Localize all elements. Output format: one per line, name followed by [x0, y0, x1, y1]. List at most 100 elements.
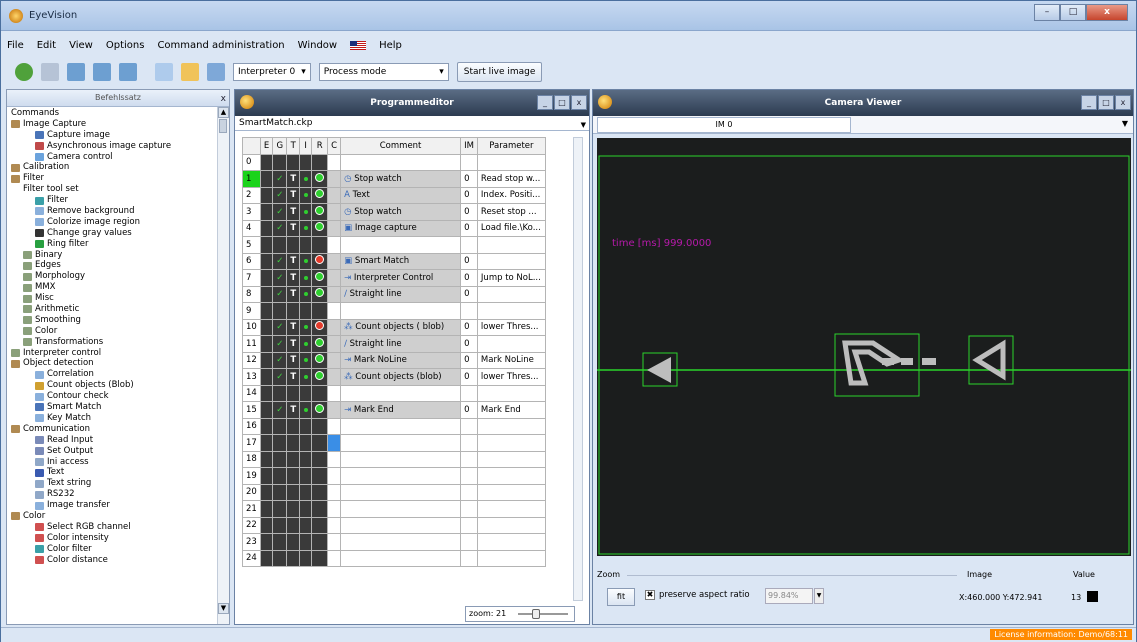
row-parameter[interactable] [476, 285, 546, 303]
row-parameter[interactable] [476, 252, 546, 270]
commands-scrollbar[interactable]: ▲ ▼ [217, 107, 229, 624]
row-im[interactable] [460, 467, 478, 485]
row-parameter[interactable]: lower Thres... [476, 318, 546, 336]
tree-item[interactable]: Ini access [9, 457, 217, 468]
tree-item[interactable]: Set Output [9, 446, 217, 457]
table-row[interactable]: 1 ✓ T ◷ Stop watch 0 Read stop w... [242, 170, 546, 188]
row-number[interactable]: 8 [242, 285, 261, 303]
row-number[interactable]: 24 [242, 549, 261, 567]
tree-item[interactable]: Morphology [9, 271, 217, 282]
close-button[interactable]: x [1086, 4, 1128, 21]
row-im[interactable] [460, 417, 478, 435]
minimize-icon[interactable]: _ [1081, 95, 1097, 110]
row-im[interactable] [460, 500, 478, 518]
table-row[interactable]: 23 [242, 533, 546, 551]
tree-item[interactable]: Key Match [9, 413, 217, 424]
row-parameter[interactable] [476, 533, 546, 551]
row-number[interactable]: 19 [242, 467, 261, 485]
table-row[interactable]: 3 ✓ T ◷ Stop watch 0 Reset stop ... [242, 203, 546, 221]
row-parameter[interactable]: lower Thres... [476, 368, 546, 386]
tree-item[interactable]: Color [9, 326, 217, 337]
column-header[interactable]: I [299, 137, 313, 155]
row-im[interactable]: 0 [460, 318, 478, 336]
tree-item[interactable]: Binary [9, 250, 217, 261]
run-icon[interactable] [67, 63, 85, 81]
row-im[interactable]: 0 [460, 170, 478, 188]
new-file-icon[interactable] [155, 63, 173, 81]
table-row[interactable]: 11 ✓ T ∕ Straight line 0 [242, 335, 546, 353]
close-icon[interactable]: x [571, 95, 587, 110]
row-number[interactable]: 15 [242, 401, 261, 419]
break-icon[interactable] [119, 63, 137, 81]
table-row[interactable]: 21 [242, 500, 546, 518]
column-header[interactable]: C [327, 137, 342, 155]
row-parameter[interactable]: Reset stop ... [476, 203, 546, 221]
menu-options[interactable]: Options [106, 40, 145, 51]
row-parameter[interactable] [476, 153, 546, 171]
table-row[interactable]: 10 ✓ T ⁂ Count objects ( blob) 0 lower Thres.… [242, 318, 546, 336]
row-number[interactable]: 3 [242, 203, 261, 221]
row-parameter[interactable] [476, 384, 546, 402]
tree-item[interactable]: Text string [9, 478, 217, 489]
restore-icon[interactable]: □ [1098, 95, 1114, 110]
tree-item[interactable]: Communication [9, 424, 217, 435]
row-number[interactable]: 17 [242, 434, 261, 452]
tree-item[interactable]: Read Input [9, 435, 217, 446]
row-number[interactable]: 20 [242, 483, 261, 501]
zoom-percent-input[interactable]: 99.84% [765, 588, 813, 604]
row-im[interactable]: 0 [460, 401, 478, 419]
tree-item[interactable]: Asynchronous image capture [9, 141, 217, 152]
row-parameter[interactable] [476, 434, 546, 452]
column-header[interactable]: Comment [340, 137, 462, 155]
row-im[interactable] [460, 483, 478, 501]
tree-item[interactable]: Image transfer [9, 500, 217, 511]
menu-edit[interactable]: Edit [37, 40, 56, 51]
tree-item[interactable]: Filter [9, 195, 217, 206]
camera-image[interactable]: time [ms] 999.0000 [597, 138, 1131, 556]
language-flag-icon[interactable] [350, 40, 367, 50]
tree-item[interactable]: MMX [9, 282, 217, 293]
step-into-icon[interactable] [93, 63, 111, 81]
table-row[interactable]: 2 ✓ T A Text 0 Index. Positi... [242, 186, 546, 204]
tree-item[interactable]: Color [9, 511, 217, 522]
menu-view[interactable]: View [69, 40, 93, 51]
row-number[interactable]: 1 [242, 170, 261, 188]
preserve-aspect-checkbox[interactable]: ✖ [645, 590, 655, 600]
table-row[interactable]: 9 [242, 302, 546, 320]
row-parameter[interactable]: Read stop w... [476, 170, 546, 188]
row-parameter[interactable] [476, 302, 546, 320]
column-header[interactable]: T [286, 137, 301, 155]
step-icon[interactable] [41, 63, 59, 81]
tree-item[interactable]: Color filter [9, 544, 217, 555]
row-number[interactable]: 21 [242, 500, 261, 518]
chevron-down-icon[interactable]: ▼ [814, 588, 824, 604]
row-number[interactable]: 11 [242, 335, 261, 353]
chevron-down-icon[interactable]: ▼ [1122, 119, 1128, 128]
table-row[interactable]: 6 ✓ T ▣ Smart Match 0 [242, 252, 546, 270]
tree-item[interactable]: Correlation [9, 369, 217, 380]
table-row[interactable]: 4 ✓ T ▣ Image capture 0 Load file.\Ko... [242, 219, 546, 237]
column-header[interactable]: Parameter [476, 137, 546, 155]
row-number[interactable]: 23 [242, 533, 261, 551]
table-row[interactable]: 8 ✓ T ∕ Straight line 0 [242, 285, 546, 303]
table-row[interactable]: 15 ✓ T ⇥ Mark End 0 Mark End [242, 401, 546, 419]
column-header[interactable]: IM [460, 137, 478, 155]
table-row[interactable]: 13 ✓ T ⁂ Count objects (blob) 0 lower Thres..… [242, 368, 546, 386]
tree-item[interactable]: Calibration [9, 162, 217, 173]
row-number[interactable]: 4 [242, 219, 261, 237]
program-table[interactable]: E G T I R C Comment IM Parameter 0 1 ✓ T ◷ Stop watch… [242, 137, 546, 567]
row-parameter[interactable] [476, 417, 546, 435]
row-number[interactable]: 0 [242, 153, 261, 171]
tree-item[interactable]: Smoothing [9, 315, 217, 326]
interpreter-select[interactable]: Interpreter 0 ▾ [233, 63, 311, 81]
table-row[interactable]: 22 [242, 516, 546, 534]
row-parameter[interactable] [476, 335, 546, 353]
row-parameter[interactable] [476, 236, 546, 254]
row-im[interactable] [460, 450, 478, 468]
menu-command-administration[interactable]: Command administration [157, 40, 284, 51]
title-bar[interactable]: EyeVision – □ x [1, 1, 1136, 31]
command-tree[interactable]: Commands Image Capture Capture image Asynch… [7, 107, 217, 622]
scroll-up-icon[interactable]: ▲ [218, 107, 229, 118]
row-im[interactable]: 0 [460, 269, 478, 287]
row-parameter[interactable] [476, 483, 546, 501]
